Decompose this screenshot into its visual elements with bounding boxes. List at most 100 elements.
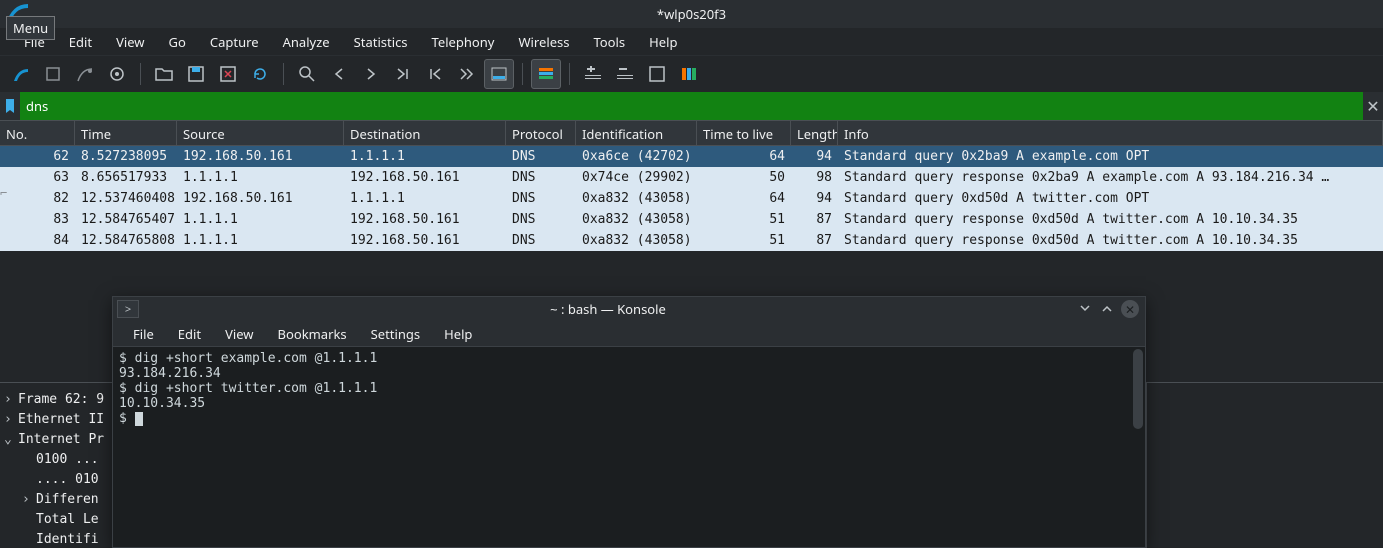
konsole-menu-file[interactable]: File <box>121 322 166 346</box>
menu-wireless[interactable]: Wireless <box>506 29 581 55</box>
restart-capture-button[interactable] <box>70 59 100 89</box>
cell-no: 83 <box>0 212 75 227</box>
col-header-proto[interactable]: Protocol <box>506 121 576 145</box>
konsole-menu-bookmarks[interactable]: Bookmarks <box>266 322 359 346</box>
menu-telephony[interactable]: Telephony <box>420 29 507 55</box>
save-file-button[interactable] <box>181 59 211 89</box>
toolbar-separator <box>569 63 570 85</box>
resize-columns-button[interactable] <box>674 59 704 89</box>
cell-time: 12.537460408 <box>75 191 177 206</box>
filter-clear-button[interactable]: ✕ <box>1363 92 1383 120</box>
konsole-menu-view[interactable]: View <box>213 322 265 346</box>
konsole-close-button[interactable]: ✕ <box>1121 300 1139 318</box>
cell-no: 84 <box>0 233 75 248</box>
menu-view[interactable]: View <box>104 29 156 55</box>
cell-len: 98 <box>791 170 838 185</box>
filter-bookmark-icon[interactable] <box>0 92 20 120</box>
find-packet-button[interactable] <box>292 59 322 89</box>
packet-list[interactable]: 628.527238095192.168.50.1611.1.1.1DNS0xa… <box>0 146 1383 251</box>
cell-src: 192.168.50.161 <box>177 191 344 206</box>
bytes-pane[interactable] <box>1146 382 1383 548</box>
col-header-ttl[interactable]: Time to live <box>697 121 791 145</box>
expand-icon[interactable]: ⌄ <box>4 432 18 447</box>
menu-button[interactable]: Menu <box>6 16 55 40</box>
menu-analyze[interactable]: Analyze <box>271 29 342 55</box>
go-first-button[interactable] <box>420 59 450 89</box>
col-header-len[interactable]: Length <box>791 121 838 145</box>
capture-options-button[interactable] <box>102 59 132 89</box>
open-file-button[interactable] <box>149 59 179 89</box>
tree-item[interactable]: ⌄Internet Pr <box>4 429 108 449</box>
cell-dst: 1.1.1.1 <box>344 149 506 164</box>
tree-item[interactable]: Identifi <box>4 529 108 548</box>
zoom-out-button[interactable] <box>610 59 640 89</box>
tree-item[interactable]: ›Differen <box>4 489 108 509</box>
konsole-terminal[interactable]: $ dig +short example.com @1.1.1.193.184.… <box>113 347 1145 547</box>
konsole-titlebar[interactable]: > ~ : bash — Konsole ✕ <box>113 297 1145 321</box>
cell-ttl: 51 <box>697 212 791 227</box>
start-capture-button[interactable] <box>6 59 36 89</box>
packet-row[interactable]: 628.527238095192.168.50.1611.1.1.1DNS0xa… <box>0 146 1383 167</box>
col-header-no[interactable]: No. <box>0 121 75 145</box>
expand-icon[interactable]: › <box>22 492 36 507</box>
close-file-button[interactable] <box>213 59 243 89</box>
go-to-packet-button[interactable] <box>388 59 418 89</box>
cell-dst: 192.168.50.161 <box>344 212 506 227</box>
terminal-line: 93.184.216.34 <box>119 366 1139 381</box>
go-last-button[interactable] <box>452 59 482 89</box>
stop-capture-button[interactable] <box>38 59 68 89</box>
auto-scroll-button[interactable] <box>484 59 514 89</box>
packet-details-tree[interactable]: ›Frame 62: 9›Ethernet II⌄Internet Pr0100… <box>0 382 112 548</box>
expand-icon[interactable]: › <box>4 392 18 407</box>
cell-src: 1.1.1.1 <box>177 212 344 227</box>
cell-id: 0xa832 (43058) <box>576 191 697 206</box>
colorize-button[interactable] <box>531 59 561 89</box>
menu-help[interactable]: Help <box>637 29 689 55</box>
konsole-menu-help[interactable]: Help <box>432 322 484 346</box>
cell-id: 0x74ce (29902) <box>576 170 697 185</box>
tree-item[interactable]: ›Frame 62: 9 <box>4 389 108 409</box>
packet-row[interactable]: 638.6565179331.1.1.1192.168.50.161DNS0x7… <box>0 167 1383 188</box>
tree-label: Frame 62: 9 <box>18 392 104 407</box>
col-header-time[interactable]: Time <box>75 121 177 145</box>
konsole-minimize-button[interactable] <box>1077 301 1093 317</box>
konsole-window: > ~ : bash — Konsole ✕ File Edit View Bo… <box>112 296 1146 548</box>
tree-label: Differen <box>36 492 99 507</box>
menu-capture[interactable]: Capture <box>198 29 271 55</box>
menu-statistics[interactable]: Statistics <box>342 29 420 55</box>
cell-dst: 1.1.1.1 <box>344 191 506 206</box>
col-header-src[interactable]: Source <box>177 121 344 145</box>
cell-ttl: 64 <box>697 191 791 206</box>
go-forward-button[interactable] <box>356 59 386 89</box>
tree-item[interactable]: ›Ethernet II <box>4 409 108 429</box>
cell-len: 87 <box>791 212 838 227</box>
packet-row[interactable]: 8412.5847658081.1.1.1192.168.50.161DNS0x… <box>0 230 1383 251</box>
cell-info: Standard query 0x2ba9 A example.com OPT <box>838 149 1383 164</box>
col-header-info[interactable]: Info <box>838 121 1383 145</box>
packet-row[interactable]: 8312.5847654071.1.1.1192.168.50.161DNS0x… <box>0 209 1383 230</box>
konsole-scrollbar[interactable] <box>1133 349 1143 429</box>
reload-button[interactable] <box>245 59 275 89</box>
zoom-in-button[interactable] <box>578 59 608 89</box>
go-back-button[interactable] <box>324 59 354 89</box>
tree-item[interactable]: .... 010 <box>4 469 108 489</box>
konsole-menu-settings[interactable]: Settings <box>359 322 432 346</box>
tree-item[interactable]: Total Le <box>4 509 108 529</box>
cell-id: 0xa832 (43058) <box>576 212 697 227</box>
col-header-dst[interactable]: Destination <box>344 121 506 145</box>
cell-src: 1.1.1.1 <box>177 170 344 185</box>
toolbar-separator <box>140 63 141 85</box>
packet-row[interactable]: 8212.537460408192.168.50.1611.1.1.1DNS0x… <box>0 188 1383 209</box>
tree-item[interactable]: 0100 ... <box>4 449 108 469</box>
tree-label: Ethernet II <box>18 412 104 427</box>
menu-edit[interactable]: Edit <box>57 29 104 55</box>
konsole-maximize-button[interactable] <box>1099 301 1115 317</box>
cell-id: 0xa6ce (42702) <box>576 149 697 164</box>
menu-go[interactable]: Go <box>157 29 198 55</box>
col-header-id[interactable]: Identification <box>576 121 697 145</box>
expand-icon[interactable]: › <box>4 412 18 427</box>
menu-tools[interactable]: Tools <box>581 29 637 55</box>
konsole-menu-edit[interactable]: Edit <box>166 322 213 346</box>
zoom-reset-button[interactable] <box>642 59 672 89</box>
display-filter-input[interactable] <box>20 92 1363 120</box>
